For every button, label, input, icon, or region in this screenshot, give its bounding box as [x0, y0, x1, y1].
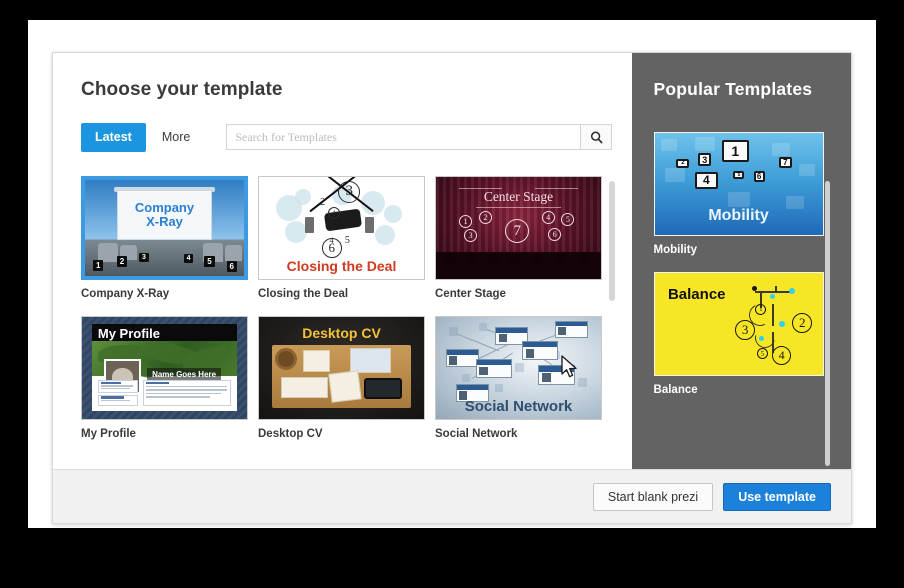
balance-title: Balance	[667, 286, 726, 304]
template-grid-scrollbar[interactable]	[608, 181, 615, 301]
start-blank-prezi-button[interactable]: Start blank prezi	[592, 482, 714, 511]
mouse-pointer-icon	[561, 355, 577, 378]
tab-latest[interactable]: Latest	[81, 123, 146, 152]
xray-num-6: 6	[226, 261, 237, 273]
xray-num-1: 1	[92, 260, 104, 272]
browser-controls: Latest More	[81, 123, 632, 152]
popular-templates-scrollbar[interactable]	[825, 181, 830, 466]
search-button[interactable]	[580, 124, 613, 151]
popular-templates-title: Popular Templates	[653, 79, 813, 99]
template-thumbnail: My Profile Name Goes Here	[81, 315, 248, 420]
template-name: Mobility	[653, 244, 697, 256]
page-title: Choose your template	[81, 79, 283, 100]
mobility-num-1: 1	[721, 140, 749, 163]
balance-num-1: 1	[755, 303, 767, 315]
balance-num-5: 5	[757, 348, 768, 360]
my-profile-art: My Profile Name Goes Here	[82, 316, 247, 419]
template-card-center-stage[interactable]: Center Stage 1 2 3 4 5 6 7 Center Stage	[435, 175, 612, 300]
deal-num-5: 5	[344, 234, 350, 246]
template-thumbnail: Desktop CV	[258, 315, 425, 420]
mobility-num-5: 5	[733, 170, 745, 179]
template-thumbnail: Balance 1 2 3 4 5	[653, 272, 824, 376]
template-card-my-profile[interactable]: My Profile Name Goes Here My Profile	[81, 315, 258, 440]
modal-footer: Start blank prezi Use template	[53, 469, 851, 523]
template-thumbnail: Center Stage 1 2 3 4 5 6 7	[435, 175, 602, 280]
screen: Choose your template Latest More Search …	[0, 0, 904, 588]
stage-num-4: 4	[541, 211, 555, 225]
xray-line-2: X-Ray	[146, 214, 183, 229]
template-thumbnail: 1 2 3 4 5 6 7 Mobility	[653, 132, 824, 236]
center-stage-art: Center Stage 1 2 3 4 5 6 7	[436, 176, 601, 279]
profile-name-tag: Name Goes Here	[147, 367, 222, 381]
template-name: Closing the Deal	[258, 287, 349, 300]
template-thumbnail: Company X-Ray 1 2 3 4 5 6	[81, 175, 248, 280]
template-card-company-x-ray[interactable]: Company X-Ray 1 2 3 4 5 6 Company X-Ray	[81, 175, 258, 300]
search-input[interactable]	[226, 124, 581, 151]
mobility-num-6: 6	[753, 170, 765, 182]
social-title: Social Network	[464, 398, 573, 416]
modal-body: Choose your template Latest More Search …	[53, 53, 851, 469]
xray-num-4: 4	[183, 254, 194, 264]
template-card-desktop-cv[interactable]: Desktop CV Desktop CV	[258, 315, 435, 440]
stage-num-3: 3	[464, 228, 478, 242]
deal-num-3: 3	[338, 180, 361, 203]
tab-more[interactable]: More	[150, 123, 202, 152]
deal-title: Closing the Deal	[286, 258, 397, 275]
template-name: Social Network	[435, 427, 518, 440]
mobility-title: Mobility	[708, 206, 769, 224]
xray-num-3: 3	[139, 253, 149, 263]
popular-templates-pane: Popular Templates 1 2 3 4 5 6 7 Mobility…	[631, 53, 851, 469]
template-grid-scroll[interactable]: Company X-Ray 1 2 3 4 5 6 Company X-Ray …	[81, 175, 626, 464]
cv-title: Desktop CV	[302, 324, 381, 341]
template-name: Company X-Ray	[81, 287, 170, 300]
mobility-num-3: 3	[698, 153, 712, 167]
balance-num-4: 4	[772, 346, 792, 366]
popular-template-card-mobility[interactable]: 1 2 3 4 5 6 7 Mobility Mobility	[653, 132, 851, 256]
template-card-social-network[interactable]: Social Network Social Network	[435, 315, 612, 440]
xray-num-5: 5	[204, 256, 215, 268]
deal-num-2: 2	[320, 196, 326, 208]
template-grid: Company X-Ray 1 2 3 4 5 6 Company X-Ray …	[81, 175, 626, 456]
template-name: My Profile	[81, 427, 136, 440]
search-icon	[590, 131, 603, 144]
desktop-cv-art: Desktop CV	[259, 316, 424, 419]
mobility-num-7: 7	[778, 157, 792, 169]
template-name: Desktop CV	[258, 427, 323, 440]
template-name: Center Stage	[435, 287, 506, 300]
stage-num-6: 6	[548, 227, 562, 241]
stage-num-2: 2	[478, 211, 492, 225]
company-xray-art: Company X-Ray 1 2 3 4 5 6	[85, 179, 244, 276]
mobility-num-4: 4	[694, 171, 718, 189]
use-template-button[interactable]: Use template	[723, 482, 831, 511]
balance-num-3: 3	[735, 319, 756, 340]
popular-templates-list: 1 2 3 4 5 6 7 Mobility Mobility Balance …	[653, 132, 851, 396]
deal-num-6: 6	[321, 237, 342, 258]
stage-title: Center Stage	[483, 188, 554, 204]
search-bar	[226, 124, 613, 151]
balance-num-2: 2	[792, 312, 813, 333]
template-name: Balance	[653, 384, 698, 396]
balance-art: Balance 1 2 3 4 5	[654, 273, 823, 375]
xray-line-1: Company	[134, 200, 195, 216]
template-card-closing-the-deal[interactable]: 1 2 3 4 5 6 Closing the Deal Closing the…	[258, 175, 435, 300]
template-chooser-modal: Choose your template Latest More Search …	[52, 52, 852, 524]
template-thumbnail: 1 2 3 4 5 6 Closing the Deal	[258, 175, 425, 280]
mobility-num-2: 2	[676, 158, 690, 168]
template-browser-pane: Choose your template Latest More Search …	[53, 53, 632, 469]
mobility-art: 1 2 3 4 5 6 7 Mobility	[654, 133, 823, 235]
popular-template-card-balance[interactable]: Balance 1 2 3 4 5 Balance	[653, 272, 851, 396]
xray-num-2: 2	[116, 256, 128, 268]
profile-title: My Profile	[97, 325, 161, 341]
closing-deal-art: 1 2 3 4 5 6 Closing the Deal	[259, 176, 424, 279]
